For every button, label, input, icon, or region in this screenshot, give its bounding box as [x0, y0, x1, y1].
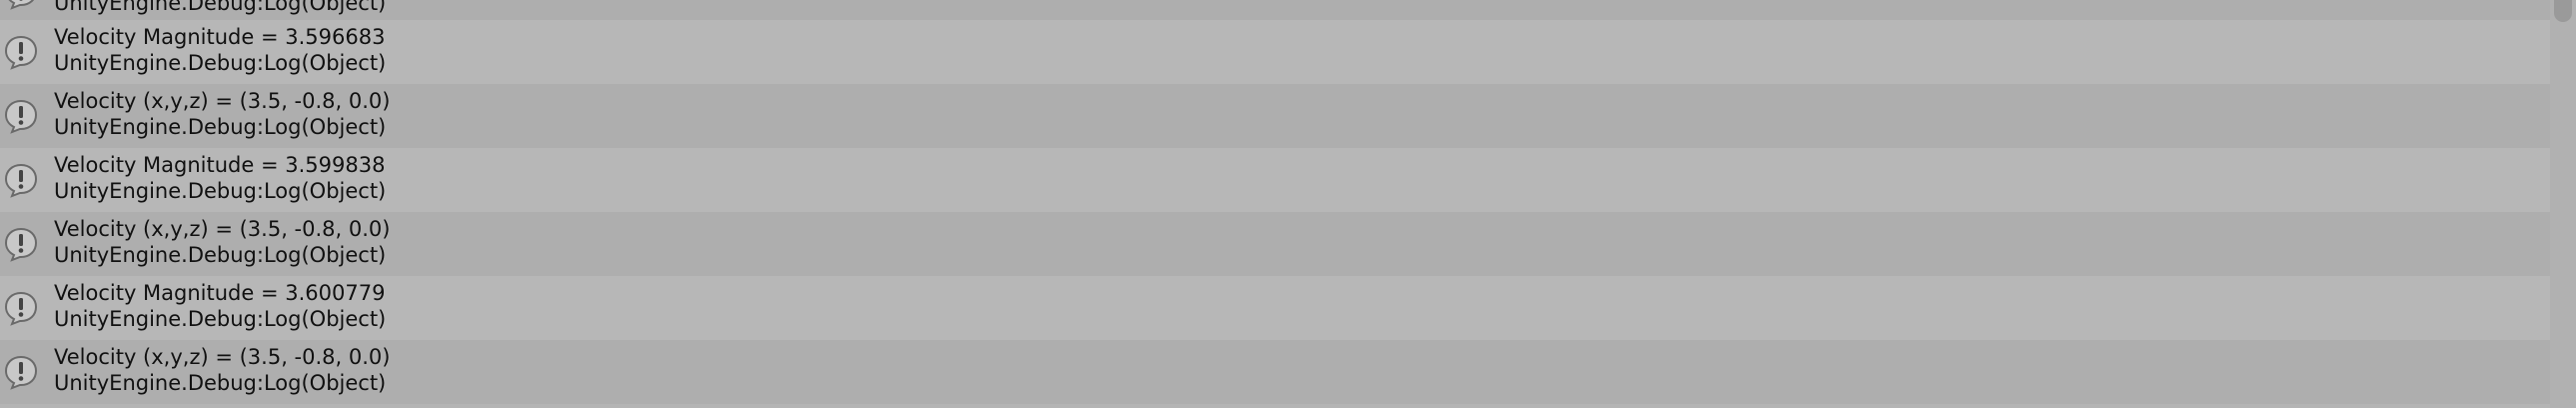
log-stack-line: UnityEngine.Debug:Log(Object) — [54, 0, 387, 15]
scrollbar-thumb[interactable] — [2554, 0, 2572, 22]
log-info-icon — [3, 98, 39, 134]
log-info-icon — [3, 162, 39, 198]
log-entry[interactable]: Velocity (x,y,z) = (3.5, -0.8, 0.0) Unit… — [0, 84, 2550, 148]
log-entry[interactable]: Velocity (x,y,z) = (3.5, -0.8, 0.0) Unit… — [0, 212, 2550, 276]
log-info-icon — [3, 290, 39, 326]
log-info-icon — [3, 0, 39, 10]
log-stack-line: UnityEngine.Debug:Log(Object) — [54, 179, 387, 203]
vertical-scrollbar[interactable] — [2550, 0, 2576, 408]
log-message-line: Velocity (x,y,z) = (3.5, -0.8, 0.0) — [54, 89, 391, 113]
log-message-line: Velocity Magnitude = 3.600779 — [54, 281, 386, 305]
log-stack-line: UnityEngine.Debug:Log(Object) — [54, 371, 387, 395]
log-stack-line: UnityEngine.Debug:Log(Object) — [54, 115, 387, 139]
log-message-line: Velocity Magnitude = 3.599838 — [54, 153, 386, 177]
console-log-list[interactable]: UnityEngine.Debug:Log(Object) Velocity M… — [0, 0, 2576, 408]
log-entry[interactable]: Velocity Magnitude = 3.599838 UnityEngin… — [0, 148, 2550, 212]
log-stack-line: UnityEngine.Debug:Log(Object) — [54, 307, 387, 331]
log-entry[interactable]: Velocity (x,y,z) = (3.5, -0.8, 0.0) Unit… — [0, 340, 2550, 404]
log-message-line: Velocity Magnitude = 3.596683 — [54, 25, 386, 49]
log-entry[interactable]: Velocity Magnitude = 3.596683 UnityEngin… — [0, 20, 2550, 84]
log-info-icon — [3, 34, 39, 70]
log-message-line: Velocity (x,y,z) = (3.5, -0.8, 0.0) — [54, 345, 391, 369]
log-entry[interactable]: Velocity Magnitude = 3.600779 UnityEngin… — [0, 276, 2550, 340]
log-stack-line: UnityEngine.Debug:Log(Object) — [54, 51, 387, 75]
log-info-icon — [3, 226, 39, 262]
log-message-line: Velocity (x,y,z) = (3.5, -0.8, 0.0) — [54, 217, 391, 241]
log-info-icon — [3, 354, 39, 390]
log-stack-line: UnityEngine.Debug:Log(Object) — [54, 243, 387, 267]
